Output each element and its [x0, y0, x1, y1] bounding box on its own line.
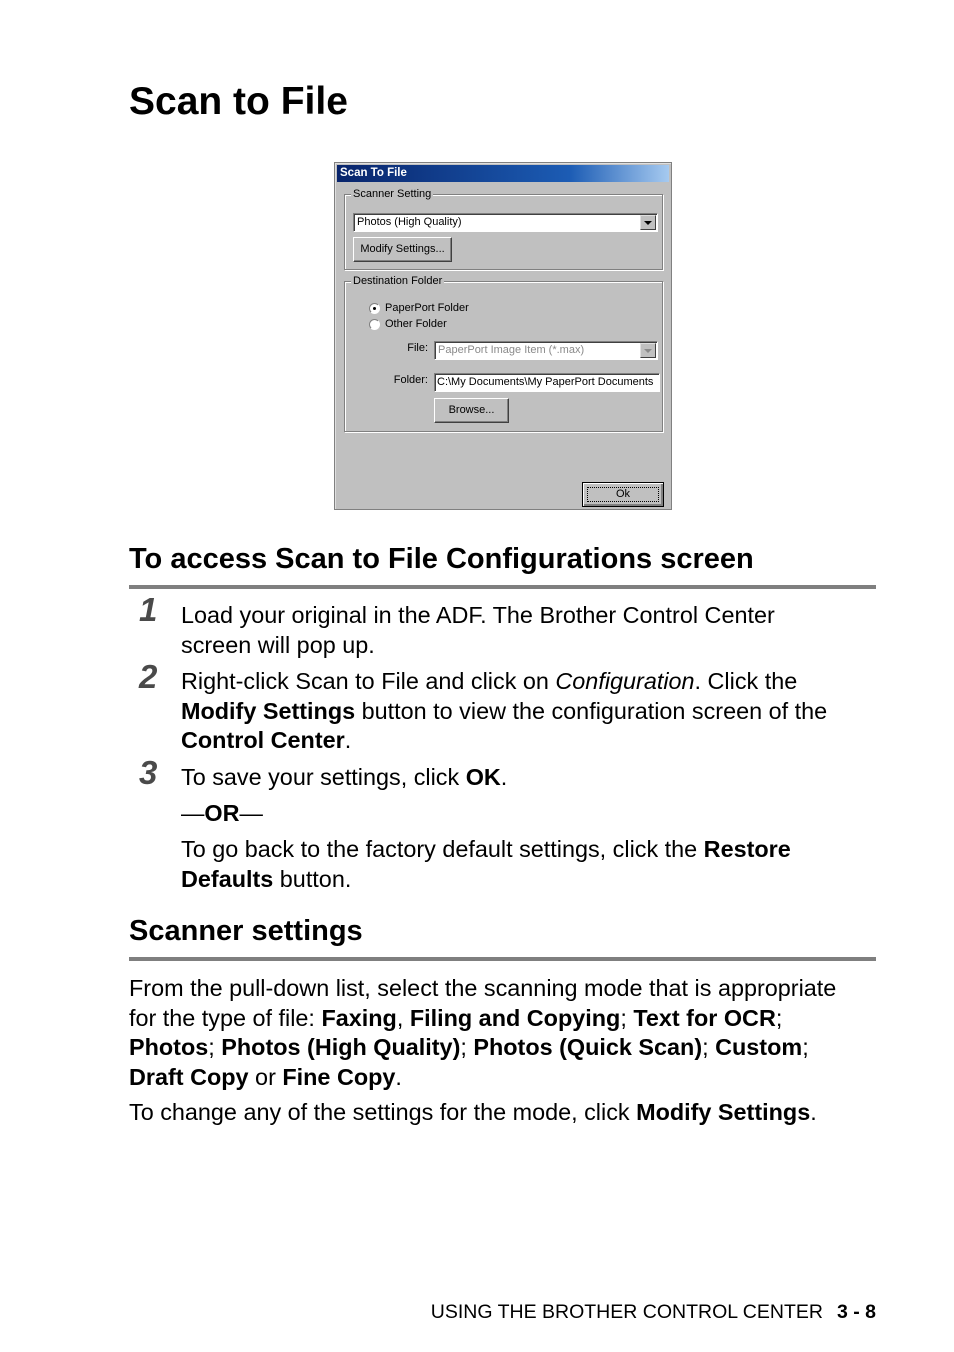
- step-number-3: 3: [139, 754, 158, 791]
- mode-custom: Custom: [715, 1034, 803, 1060]
- browse-button[interactable]: Browse...: [434, 398, 509, 423]
- scanner-p1-line1: From the pull-down list, select the scan…: [129, 975, 837, 1001]
- file-label: File:: [407, 342, 428, 354]
- mode-photos-high-quality: Photos (High Quality): [221, 1034, 461, 1060]
- step-1-line2: screen will pop up.: [181, 631, 375, 658]
- step-3-ok: OK: [465, 764, 501, 790]
- separator: ;: [775, 1004, 783, 1031]
- step-2-text-a: Right-click Scan to File and click on: [181, 668, 556, 694]
- separator: ;: [702, 1034, 716, 1060]
- ok-button-label: Ok: [587, 487, 659, 502]
- mode-fine-copy: Fine Copy: [282, 1063, 396, 1090]
- page-title: Scan to File: [129, 80, 348, 123]
- separator: ;: [620, 1004, 634, 1031]
- period: .: [395, 1063, 402, 1090]
- scan-mode-dropdown[interactable]: Photos (High Quality): [353, 213, 658, 232]
- or-separator: —OR—: [181, 799, 881, 829]
- step-3-text-a: To save your settings, click: [181, 764, 466, 790]
- footer-chapter: USING THE BROTHER CONTROL CENTER: [430, 1301, 823, 1323]
- mode-draft-copy: Draft Copy: [129, 1063, 249, 1090]
- mode-photos: Photos: [129, 1034, 209, 1060]
- or-word: or: [248, 1063, 283, 1090]
- modify-settings-button[interactable]: Modify Settings...: [353, 237, 452, 262]
- radio-paperport-label: PaperPort Folder: [385, 302, 469, 314]
- step-2-text-b: . Click the: [694, 668, 798, 694]
- file-type-dropdown: PaperPort Image Item (*.max): [434, 341, 658, 360]
- dropdown-arrow-icon[interactable]: [640, 215, 656, 230]
- radio-unchecked-icon[interactable]: [369, 318, 380, 330]
- period: .: [810, 1099, 817, 1125]
- mode-faxing: Faxing: [321, 1004, 397, 1031]
- or-dash-right: —: [239, 800, 263, 826]
- step-1-line1: Load your original in the ADF. The Broth…: [181, 602, 775, 628]
- mode-filing-copying: Filing and Copying: [409, 1004, 621, 1031]
- section-heading-access: To access Scan to File Configurations sc…: [129, 543, 754, 575]
- step-number-2: 2: [139, 658, 158, 695]
- radio-paperport-folder[interactable]: PaperPort Folder: [369, 300, 469, 316]
- folder-label: Folder:: [393, 374, 428, 386]
- section-divider: [129, 585, 876, 589]
- scanner-paragraph-2: To change any of the settings for the mo…: [129, 1098, 879, 1128]
- scan-mode-value: Photos (High Quality): [357, 216, 462, 228]
- separator: ;: [208, 1034, 222, 1060]
- footer-page-number: 3 - 8: [836, 1301, 876, 1323]
- section-divider: [129, 957, 876, 961]
- scan-to-file-dialog: Scan To File Scanner Setting Photos (Hig…: [334, 162, 672, 510]
- page-footer: USING THE BROTHER CONTROL CENTER 3 - 8: [431, 1301, 876, 1324]
- scanner-setting-group: Scanner Setting Photos (High Quality) Mo…: [344, 187, 663, 270]
- destination-folder-legend: Destination Folder: [351, 274, 445, 288]
- radio-checked-icon[interactable]: [369, 302, 380, 314]
- step-3-restore: Restore: [703, 836, 791, 862]
- scanner-p2-modify-settings: Modify Settings: [636, 1099, 811, 1125]
- section-heading-scanner: Scanner settings: [129, 915, 363, 947]
- file-type-value: PaperPort Image Item (*.max): [438, 344, 585, 356]
- scanner-p2-text: To change any of the settings for the mo…: [129, 1099, 637, 1125]
- scanner-p1-text: for the type of file:: [129, 1004, 322, 1031]
- step-3-defaults: Defaults: [181, 865, 274, 892]
- step-2-configuration: Configuration: [555, 668, 695, 694]
- step-2-text-c: button to view the configuration screen …: [355, 697, 828, 724]
- or-dash-left: —: [181, 800, 205, 826]
- step-1-text: Load your original in the ADF. The Broth…: [181, 601, 881, 660]
- step-3-alt-a: To go back to the factory default settin…: [181, 836, 704, 862]
- step-3-period: .: [500, 764, 508, 790]
- radio-other-folder[interactable]: Other Folder: [369, 316, 447, 332]
- step-3-alt-text: To go back to the factory default settin…: [181, 835, 881, 894]
- step-3-alt-b: button.: [273, 865, 352, 892]
- separator: ;: [460, 1034, 474, 1060]
- step-3-text: To save your settings, click OK.: [181, 763, 881, 793]
- step-number-1: 1: [139, 591, 158, 628]
- step-2-text: Right-click Scan to File and click on Co…: [181, 667, 881, 756]
- mode-photos-quick-scan: Photos (Quick Scan): [473, 1034, 703, 1060]
- folder-path-input[interactable]: C:\My Documents\My PaperPort Documents: [434, 373, 660, 392]
- step-2-control-center: Control Center: [181, 727, 345, 753]
- separator: ;: [802, 1034, 809, 1060]
- destination-folder-group: Destination Folder PaperPort Folder Othe…: [344, 274, 663, 432]
- scanner-paragraph-1: From the pull-down list, select the scan…: [129, 974, 879, 1092]
- scanner-setting-legend: Scanner Setting: [351, 187, 434, 201]
- dropdown-arrow-icon: [640, 343, 656, 358]
- dialog-titlebar: Scan To File: [337, 165, 669, 182]
- ok-button[interactable]: Ok: [582, 482, 664, 507]
- or-word: OR: [204, 800, 240, 826]
- step-2-modify-settings: Modify Settings: [181, 697, 356, 724]
- radio-other-label: Other Folder: [385, 318, 447, 330]
- step-2-period: .: [344, 727, 352, 753]
- mode-text-ocr: Text for OCR: [633, 1004, 776, 1031]
- separator: ,: [396, 1004, 410, 1031]
